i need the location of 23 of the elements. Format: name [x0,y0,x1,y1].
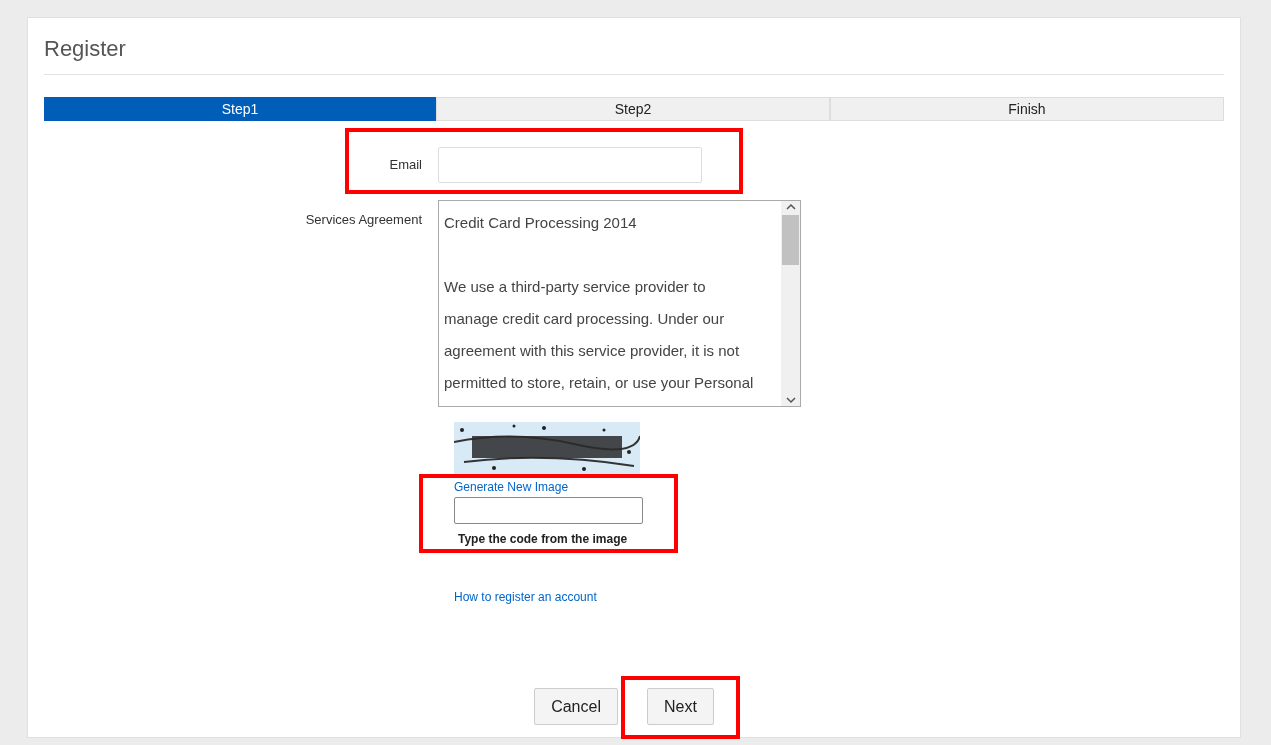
scrollbar[interactable] [781,201,800,406]
field-label: Services Agreement [304,211,423,229]
agreement-text: agreement with this service provider, it is not [444,342,740,359]
generate-image-link[interactable]: Generate New Image [454,479,569,495]
step-tab[interactable]: Step2 [436,97,830,121]
captcha-field[interactable] [454,497,643,524]
form-button[interactable]: Next [646,688,714,725]
scroll-down-icon[interactable] [785,396,796,404]
scroll-thumb[interactable] [782,215,799,265]
agreement-text: Credit Card Processing 2014 [444,214,637,231]
form-button[interactable]: Cancel [534,688,618,725]
agreement-text: We use a third-party service provider to [444,278,706,295]
scroll-up-icon[interactable] [785,203,796,211]
agreement-text: manage credit card processing. Under our [444,310,725,327]
step-tab[interactable]: Finish [830,97,1224,121]
step-tab[interactable]: Step1 [44,97,436,121]
agreement-text: permitted to store, retain, or use your Personal [444,374,754,391]
agreement-textarea[interactable] [438,200,801,407]
page-title: Register [44,18,1224,75]
field-label: Email [388,156,423,175]
captcha-hint: Type the code from the image [458,531,628,548]
email-field[interactable] [438,147,702,183]
help-link[interactable]: How to register an account [454,588,597,606]
